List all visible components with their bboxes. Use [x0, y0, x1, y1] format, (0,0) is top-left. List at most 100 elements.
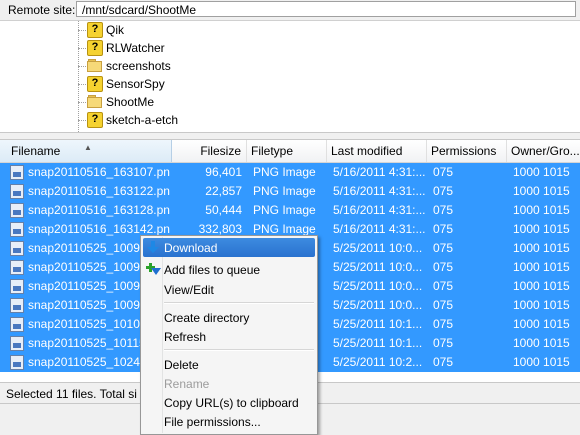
menu-item-label: View/Edit	[164, 283, 214, 297]
menu-item-download[interactable]: Download	[143, 238, 315, 257]
tree-connector-line	[78, 21, 79, 132]
png-file-icon	[10, 203, 24, 218]
cell-owner: 1000 1015	[513, 165, 570, 179]
cell-filesize: 22,857	[205, 184, 242, 198]
add-to-queue-icon	[146, 262, 161, 276]
column-header-permissions[interactable]: Permissions	[427, 140, 507, 162]
png-file-icon	[10, 336, 24, 351]
png-file-icon	[10, 355, 24, 370]
png-file-icon	[10, 298, 24, 313]
menu-item-file-permissions[interactable]: File permissions...	[143, 412, 315, 431]
tree-item-label: sketch-a-etch	[106, 113, 179, 127]
tree-item-label: Qik	[106, 23, 124, 37]
table-row[interactable]: snap20110516_163128.png 50,444 PNG Image 5/…	[0, 201, 580, 220]
cell-owner: 1000 1015	[513, 241, 570, 255]
menu-item-label: Delete	[164, 358, 199, 372]
tree-item-label: RLWatcher	[106, 41, 165, 55]
question-icon: ?	[87, 22, 103, 38]
cell-filetype: PNG Image	[253, 165, 316, 179]
cell-last-modified: 5/25/2011 10:0...	[333, 298, 423, 312]
png-file-icon	[10, 317, 24, 332]
cell-owner: 1000 1015	[513, 279, 570, 293]
column-header-owner[interactable]: Owner/Gro...	[507, 140, 580, 162]
table-row[interactable]: snap20110516_163122.png 22,857 PNG Image 5/…	[0, 182, 580, 201]
remote-site-label: Remote site:	[8, 3, 76, 17]
menu-item-create-directory[interactable]: Create directory	[143, 308, 315, 327]
menu-item-add-to-queue[interactable]: Add files to queue	[143, 260, 315, 279]
tree-item-label: screenshots	[106, 59, 171, 73]
cell-last-modified: 5/16/2011 4:31:...	[333, 222, 425, 236]
cell-permissions: 075	[433, 222, 454, 236]
cell-last-modified: 5/16/2011 4:31:...	[333, 184, 425, 198]
cell-filetype: PNG Image	[253, 184, 316, 198]
column-header-filesize[interactable]: Filesize	[172, 140, 247, 162]
column-header-filetype[interactable]: Filetype	[247, 140, 327, 162]
column-header-last-modified[interactable]: Last modified	[327, 140, 427, 162]
cell-filetype: PNG Image	[253, 203, 316, 217]
folder-icon	[87, 94, 103, 110]
cell-filesize: 50,444	[205, 203, 242, 217]
folder-icon	[87, 58, 103, 74]
question-icon: ?	[87, 76, 103, 92]
sort-ascending-icon: ▲	[84, 143, 92, 152]
cell-filename: snap20110516_163142.png	[28, 222, 170, 236]
cell-permissions: 075	[433, 298, 454, 312]
menu-item-label: Create directory	[164, 311, 250, 325]
menu-item-refresh[interactable]: Refresh	[143, 327, 315, 346]
cell-last-modified: 5/25/2011 10:2...	[333, 355, 423, 369]
png-file-icon	[10, 241, 24, 256]
menu-item-rename: Rename	[143, 374, 315, 393]
cell-permissions: 075	[433, 203, 454, 217]
cell-filetype: PNG Image	[253, 222, 316, 236]
menu-item-copy-urls[interactable]: Copy URL(s) to clipboard	[143, 393, 315, 412]
png-file-icon	[10, 222, 24, 237]
menu-separator	[164, 349, 314, 351]
menu-item-label: Copy URL(s) to clipboard	[164, 396, 299, 410]
cell-last-modified: 5/25/2011 10:1...	[333, 317, 423, 331]
cell-owner: 1000 1015	[513, 336, 570, 350]
menu-separator	[164, 302, 314, 304]
question-icon: ?	[87, 112, 103, 128]
remote-site-path-input[interactable]: /mnt/sdcard/ShootMe	[76, 1, 576, 17]
cell-owner: 1000 1015	[513, 203, 570, 217]
cell-filesize: 332,803	[198, 222, 242, 236]
cell-owner: 1000 1015	[513, 222, 570, 236]
column-header-filename[interactable]: ▲ Filename	[0, 140, 172, 162]
status-text: Selected 11 files. Total si	[6, 387, 137, 401]
cell-permissions: 075	[433, 279, 454, 293]
cell-owner: 1000 1015	[513, 298, 570, 312]
cell-filename: snap20110516_163107.png	[28, 165, 170, 179]
cell-permissions: 075	[433, 336, 454, 350]
cell-owner: 1000 1015	[513, 355, 570, 369]
menu-item-label: Add files to queue	[164, 263, 261, 277]
pane-splitter[interactable]	[0, 132, 580, 140]
cell-permissions: 075	[433, 317, 454, 331]
remote-site-bar: Remote site: /mnt/sdcard/ShootMe	[0, 0, 580, 21]
menu-item-label: Rename	[164, 377, 210, 391]
png-file-icon	[10, 279, 24, 294]
cell-last-modified: 5/25/2011 10:0...	[333, 241, 423, 255]
cell-permissions: 075	[433, 260, 454, 274]
png-file-icon	[10, 165, 24, 180]
cell-permissions: 075	[433, 165, 454, 179]
cell-last-modified: 5/25/2011 10:0...	[333, 279, 423, 293]
cell-owner: 1000 1015	[513, 317, 570, 331]
context-menu: Download Add files to queue View/Edit Cr…	[140, 235, 318, 435]
menu-item-label: File permissions...	[164, 415, 261, 429]
remote-directory-tree: ? Qik ? RLWatcher screenshots ? SensorSp…	[0, 21, 580, 132]
cell-last-modified: 5/25/2011 10:1...	[333, 336, 423, 350]
menu-item-label: Refresh	[164, 330, 207, 344]
cell-last-modified: 5/16/2011 4:31:...	[333, 165, 425, 179]
cell-owner: 1000 1015	[513, 184, 570, 198]
question-icon: ?	[87, 40, 103, 56]
menu-item-delete[interactable]: Delete	[143, 355, 315, 374]
menu-item-view-edit[interactable]: View/Edit	[143, 280, 315, 299]
download-icon	[146, 240, 160, 254]
table-row[interactable]: snap20110516_163107.png 96,401 PNG Image 5/…	[0, 163, 580, 182]
png-file-icon	[10, 184, 24, 199]
cell-last-modified: 5/25/2011 10:0...	[333, 260, 423, 274]
cell-permissions: 075	[433, 241, 454, 255]
png-file-icon	[10, 260, 24, 275]
cell-owner: 1000 1015	[513, 260, 570, 274]
cell-filename: snap20110516_163122.png	[28, 184, 170, 198]
